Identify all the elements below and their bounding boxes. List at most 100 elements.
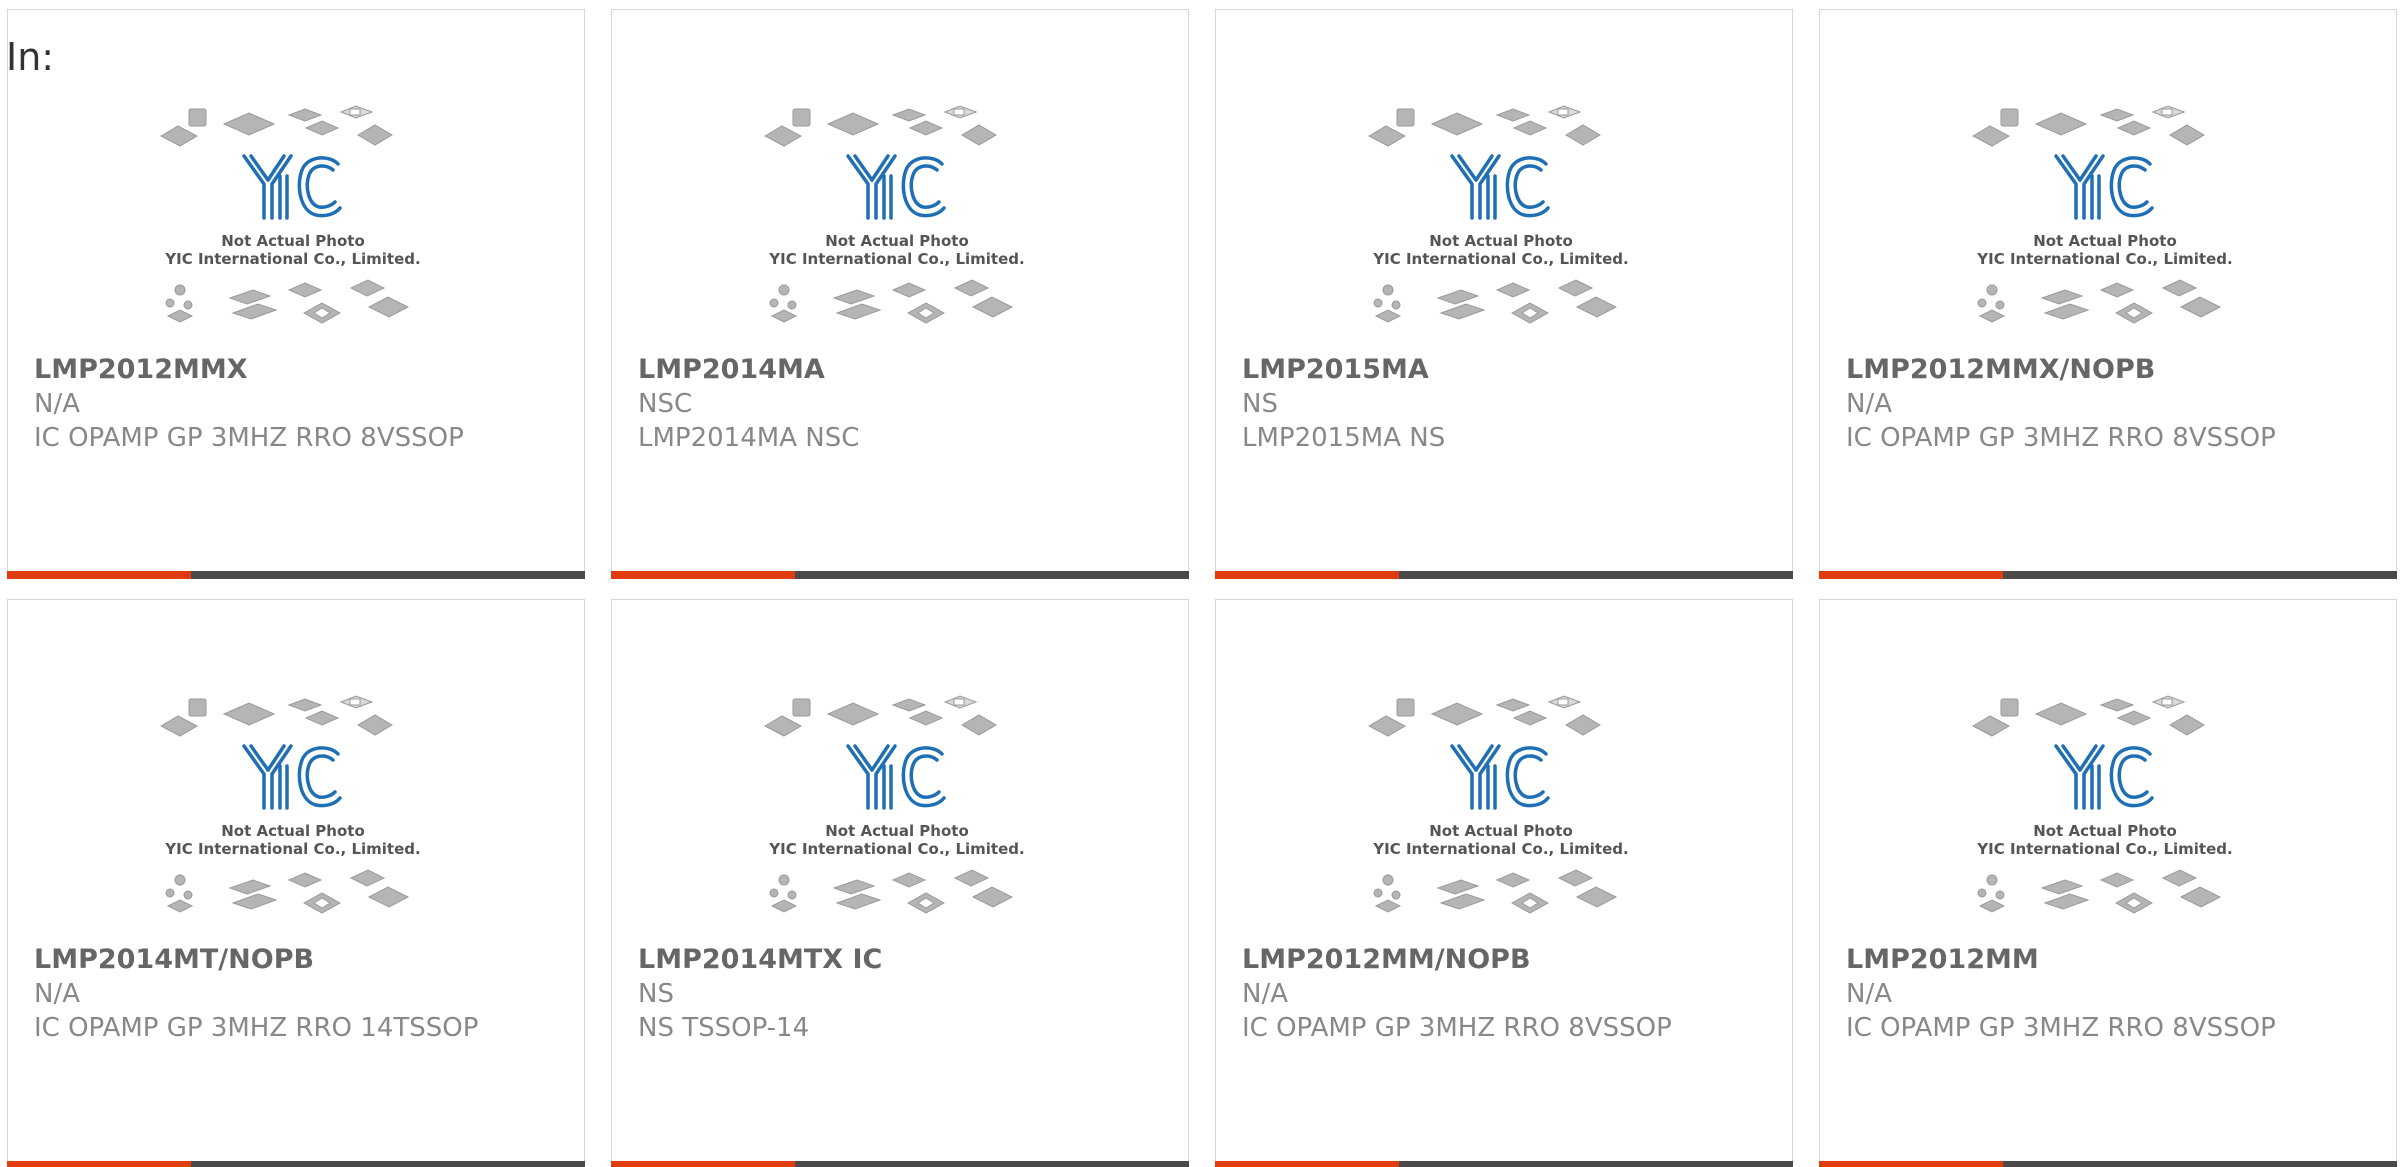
part-number[interactable]: LMP2012MMX — [34, 353, 564, 387]
placeholder-line2: YIC International Co., Limited. — [164, 250, 420, 268]
manufacturer: N/A — [1242, 979, 1288, 1009]
placeholder-line1: Not Actual Photo — [825, 822, 969, 840]
card-bottom-bar — [1819, 571, 2397, 579]
manufacturer: NS — [638, 979, 674, 1009]
in-label: In: — [6, 35, 55, 79]
card-bottom-bar-accent — [1215, 1161, 1399, 1167]
product-info: LMP2014MTX IC NS NS TSSOP-14 — [638, 943, 1168, 1045]
yic-logo — [242, 744, 342, 810]
description: NS TSSOP-14 — [638, 1013, 810, 1043]
card-bottom-bar — [611, 1161, 1189, 1167]
card-bottom-bar-accent — [611, 1161, 795, 1167]
card-bottom-bar — [1215, 1161, 1793, 1167]
part-number[interactable]: LMP2012MMX/NOPB — [1846, 353, 2376, 387]
placeholder-line2: YIC International Co., Limited. — [768, 840, 1024, 858]
yic-logo — [2054, 744, 2154, 810]
description: IC OPAMP GP 3MHZ RRO 8VSSOP — [1846, 1013, 2276, 1043]
part-number[interactable]: LMP2012MM — [1846, 943, 2376, 977]
product-info: LMP2014MA NSC LMP2014MA NSC — [638, 353, 1168, 455]
chip-icons-bottom — [1373, 279, 1618, 324]
placeholder-line1: Not Actual Photo — [221, 232, 365, 250]
product-card-3[interactable]: Not Actual Photo YIC International Co., … — [1215, 9, 1793, 579]
description: IC OPAMP GP 3MHZ RRO 8VSSOP — [1242, 1013, 1672, 1043]
yic-logo — [2054, 154, 2154, 220]
card-bottom-bar-accent — [7, 1161, 191, 1167]
chip-icons-top — [1971, 695, 2205, 737]
placeholder-line2: YIC International Co., Limited. — [1976, 840, 2232, 858]
placeholder-line1: Not Actual Photo — [1429, 232, 1573, 250]
manufacturer: N/A — [34, 979, 80, 1009]
product-image-placeholder: Not Actual Photo YIC International Co., … — [1366, 98, 1636, 343]
product-info: LMP2012MM N/A IC OPAMP GP 3MHZ RRO 8VSSO… — [1846, 943, 2376, 1045]
chip-icons-bottom — [1977, 869, 2222, 914]
chip-icons-top — [159, 695, 393, 737]
placeholder-line2: YIC International Co., Limited. — [1372, 840, 1628, 858]
product-info: LMP2012MMX/NOPB N/A IC OPAMP GP 3MHZ RRO… — [1846, 353, 2376, 455]
part-number[interactable]: LMP2014MT/NOPB — [34, 943, 564, 977]
card-bottom-bar — [611, 571, 1189, 579]
card-bottom-bar-accent — [611, 571, 795, 579]
product-info: LMP2014MT/NOPB N/A IC OPAMP GP 3MHZ RRO … — [34, 943, 564, 1045]
product-grid: Not Actual Photo YIC International Co., … — [0, 0, 2400, 1167]
yic-logo — [242, 154, 342, 220]
placeholder-line1: Not Actual Photo — [2033, 822, 2177, 840]
placeholder-line1: Not Actual Photo — [1429, 822, 1573, 840]
placeholder-line2: YIC International Co., Limited. — [1372, 250, 1628, 268]
chip-icons-top — [1971, 105, 2205, 147]
product-image-placeholder: Not Actual Photo YIC International Co., … — [158, 688, 428, 933]
chip-icons-top — [1367, 695, 1601, 737]
yic-logo — [846, 154, 946, 220]
description: LMP2014MA NSC — [638, 423, 860, 453]
part-number[interactable]: LMP2014MA — [638, 353, 1168, 387]
product-info: LMP2015MA NS LMP2015MA NS — [1242, 353, 1772, 455]
product-image-placeholder: Not Actual Photo YIC International Co., … — [1970, 98, 2240, 343]
chip-icons-top — [763, 105, 997, 147]
chip-icons-bottom — [769, 869, 1014, 914]
product-image-placeholder: Not Actual Photo YIC International Co., … — [158, 98, 428, 343]
card-bottom-bar-accent — [1215, 571, 1399, 579]
manufacturer: N/A — [1846, 979, 1892, 1009]
product-card-7[interactable]: Not Actual Photo YIC International Co., … — [1215, 599, 1793, 1167]
card-bottom-bar — [7, 571, 585, 579]
description: IC OPAMP GP 3MHZ RRO 8VSSOP — [34, 423, 464, 453]
placeholder-line2: YIC International Co., Limited. — [164, 840, 420, 858]
placeholder-line2: YIC International Co., Limited. — [768, 250, 1024, 268]
part-number[interactable]: LMP2012MM/NOPB — [1242, 943, 1772, 977]
product-info: LMP2012MMX N/A IC OPAMP GP 3MHZ RRO 8VSS… — [34, 353, 564, 455]
chip-icons-bottom — [1373, 869, 1618, 914]
part-number[interactable]: LMP2015MA — [1242, 353, 1772, 387]
chip-icons-bottom — [769, 279, 1014, 324]
card-bottom-bar — [1215, 571, 1793, 579]
chip-icons-top — [159, 105, 393, 147]
card-bottom-bar-accent — [1819, 571, 2003, 579]
product-card-1[interactable]: Not Actual Photo YIC International Co., … — [7, 9, 585, 579]
chip-icons-bottom — [165, 279, 410, 324]
description: IC OPAMP GP 3MHZ RRO 8VSSOP — [1846, 423, 2276, 453]
manufacturer: NSC — [638, 389, 693, 419]
placeholder-line2: YIC International Co., Limited. — [1976, 250, 2232, 268]
description: LMP2015MA NS — [1242, 423, 1446, 453]
product-page: In: Not Actual Photo YIC International C… — [0, 0, 2400, 1167]
yic-logo — [1450, 744, 1550, 810]
chip-icons-bottom — [165, 869, 410, 914]
product-card-4[interactable]: Not Actual Photo YIC International Co., … — [1819, 9, 2397, 579]
manufacturer: N/A — [34, 389, 80, 419]
product-card-5[interactable]: Not Actual Photo YIC International Co., … — [7, 599, 585, 1167]
card-bottom-bar-accent — [1819, 1161, 2003, 1167]
yic-logo — [1450, 154, 1550, 220]
product-card-8[interactable]: Not Actual Photo YIC International Co., … — [1819, 599, 2397, 1167]
chip-icons-top — [1367, 105, 1601, 147]
placeholder-line1: Not Actual Photo — [825, 232, 969, 250]
part-number[interactable]: LMP2014MTX IC — [638, 943, 1168, 977]
product-image-placeholder: Not Actual Photo YIC International Co., … — [762, 98, 1032, 343]
card-bottom-bar-accent — [7, 571, 191, 579]
product-info: LMP2012MM/NOPB N/A IC OPAMP GP 3MHZ RRO … — [1242, 943, 1772, 1045]
product-image-placeholder: Not Actual Photo YIC International Co., … — [1366, 688, 1636, 933]
product-card-2[interactable]: Not Actual Photo YIC International Co., … — [611, 9, 1189, 579]
manufacturer: N/A — [1846, 389, 1892, 419]
product-card-6[interactable]: Not Actual Photo YIC International Co., … — [611, 599, 1189, 1167]
placeholder-line1: Not Actual Photo — [2033, 232, 2177, 250]
product-image-placeholder: Not Actual Photo YIC International Co., … — [1970, 688, 2240, 933]
chip-icons-top — [763, 695, 997, 737]
card-bottom-bar — [7, 1161, 585, 1167]
